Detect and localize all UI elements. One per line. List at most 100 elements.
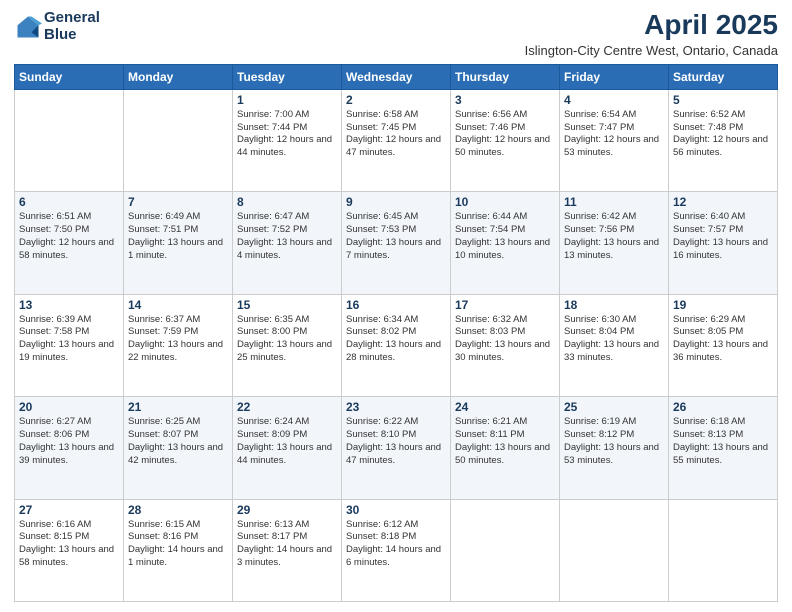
day-number: 24 xyxy=(455,400,555,414)
day-info: Sunrise: 6:18 AMSunset: 8:13 PMDaylight:… xyxy=(673,416,773,467)
day-number: 18 xyxy=(564,298,664,312)
day-info: Sunrise: 6:27 AMSunset: 8:06 PMDaylight:… xyxy=(19,416,119,467)
calendar-cell: 1 Sunrise: 7:00 AMSunset: 7:44 PMDayligh… xyxy=(233,89,342,191)
calendar-cell: 30 Sunrise: 6:12 AMSunset: 8:18 PMDaylig… xyxy=(342,499,451,601)
day-number: 21 xyxy=(128,400,228,414)
day-number: 5 xyxy=(673,93,773,107)
day-info: Sunrise: 6:29 AMSunset: 8:05 PMDaylight:… xyxy=(673,314,773,365)
calendar-week-row: 6 Sunrise: 6:51 AMSunset: 7:50 PMDayligh… xyxy=(15,192,778,294)
month-year: April 2025 xyxy=(525,10,778,41)
day-info: Sunrise: 6:47 AMSunset: 7:52 PMDaylight:… xyxy=(237,211,337,262)
day-number: 17 xyxy=(455,298,555,312)
day-info: Sunrise: 6:39 AMSunset: 7:58 PMDaylight:… xyxy=(19,314,119,365)
day-number: 15 xyxy=(237,298,337,312)
calendar-week-row: 1 Sunrise: 7:00 AMSunset: 7:44 PMDayligh… xyxy=(15,89,778,191)
calendar-cell: 5 Sunrise: 6:52 AMSunset: 7:48 PMDayligh… xyxy=(669,89,778,191)
day-number: 10 xyxy=(455,195,555,209)
day-info: Sunrise: 6:52 AMSunset: 7:48 PMDaylight:… xyxy=(673,109,773,160)
calendar-cell: 22 Sunrise: 6:24 AMSunset: 8:09 PMDaylig… xyxy=(233,397,342,499)
day-info: Sunrise: 6:40 AMSunset: 7:57 PMDaylight:… xyxy=(673,211,773,262)
calendar-cell: 25 Sunrise: 6:19 AMSunset: 8:12 PMDaylig… xyxy=(560,397,669,499)
calendar-cell xyxy=(15,89,124,191)
day-info: Sunrise: 6:25 AMSunset: 8:07 PMDaylight:… xyxy=(128,416,228,467)
day-info: Sunrise: 6:58 AMSunset: 7:45 PMDaylight:… xyxy=(346,109,446,160)
day-number: 22 xyxy=(237,400,337,414)
calendar-cell: 27 Sunrise: 6:16 AMSunset: 8:15 PMDaylig… xyxy=(15,499,124,601)
header: General Blue April 2025 Islington-City C… xyxy=(14,10,778,58)
day-info: Sunrise: 6:37 AMSunset: 7:59 PMDaylight:… xyxy=(128,314,228,365)
day-info: Sunrise: 6:44 AMSunset: 7:54 PMDaylight:… xyxy=(455,211,555,262)
calendar-cell: 16 Sunrise: 6:34 AMSunset: 8:02 PMDaylig… xyxy=(342,294,451,396)
day-info: Sunrise: 6:49 AMSunset: 7:51 PMDaylight:… xyxy=(128,211,228,262)
day-info: Sunrise: 6:13 AMSunset: 8:17 PMDaylight:… xyxy=(237,519,337,570)
calendar-cell: 19 Sunrise: 6:29 AMSunset: 8:05 PMDaylig… xyxy=(669,294,778,396)
day-header-saturday: Saturday xyxy=(669,64,778,89)
day-number: 2 xyxy=(346,93,446,107)
day-number: 27 xyxy=(19,503,119,517)
logo: General Blue xyxy=(14,10,100,43)
day-number: 28 xyxy=(128,503,228,517)
day-info: Sunrise: 6:15 AMSunset: 8:16 PMDaylight:… xyxy=(128,519,228,570)
day-number: 9 xyxy=(346,195,446,209)
calendar-cell: 15 Sunrise: 6:35 AMSunset: 8:00 PMDaylig… xyxy=(233,294,342,396)
calendar-cell: 18 Sunrise: 6:30 AMSunset: 8:04 PMDaylig… xyxy=(560,294,669,396)
calendar-cell: 20 Sunrise: 6:27 AMSunset: 8:06 PMDaylig… xyxy=(15,397,124,499)
day-number: 11 xyxy=(564,195,664,209)
calendar-cell: 12 Sunrise: 6:40 AMSunset: 7:57 PMDaylig… xyxy=(669,192,778,294)
day-number: 20 xyxy=(19,400,119,414)
day-info: Sunrise: 6:16 AMSunset: 8:15 PMDaylight:… xyxy=(19,519,119,570)
calendar-cell: 7 Sunrise: 6:49 AMSunset: 7:51 PMDayligh… xyxy=(124,192,233,294)
day-info: Sunrise: 6:30 AMSunset: 8:04 PMDaylight:… xyxy=(564,314,664,365)
calendar-cell: 2 Sunrise: 6:58 AMSunset: 7:45 PMDayligh… xyxy=(342,89,451,191)
day-number: 8 xyxy=(237,195,337,209)
title-block: April 2025 Islington-City Centre West, O… xyxy=(525,10,778,58)
calendar-cell: 4 Sunrise: 6:54 AMSunset: 7:47 PMDayligh… xyxy=(560,89,669,191)
day-info: Sunrise: 6:22 AMSunset: 8:10 PMDaylight:… xyxy=(346,416,446,467)
calendar-cell: 29 Sunrise: 6:13 AMSunset: 8:17 PMDaylig… xyxy=(233,499,342,601)
day-number: 3 xyxy=(455,93,555,107)
calendar-table: SundayMondayTuesdayWednesdayThursdayFrid… xyxy=(14,64,778,602)
day-info: Sunrise: 6:42 AMSunset: 7:56 PMDaylight:… xyxy=(564,211,664,262)
logo-icon xyxy=(14,13,42,41)
day-header-sunday: Sunday xyxy=(15,64,124,89)
day-number: 1 xyxy=(237,93,337,107)
day-info: Sunrise: 6:45 AMSunset: 7:53 PMDaylight:… xyxy=(346,211,446,262)
day-number: 4 xyxy=(564,93,664,107)
day-number: 23 xyxy=(346,400,446,414)
calendar-cell: 14 Sunrise: 6:37 AMSunset: 7:59 PMDaylig… xyxy=(124,294,233,396)
calendar-cell: 9 Sunrise: 6:45 AMSunset: 7:53 PMDayligh… xyxy=(342,192,451,294)
calendar-cell xyxy=(124,89,233,191)
day-info: Sunrise: 6:51 AMSunset: 7:50 PMDaylight:… xyxy=(19,211,119,262)
calendar-cell: 13 Sunrise: 6:39 AMSunset: 7:58 PMDaylig… xyxy=(15,294,124,396)
day-info: Sunrise: 6:56 AMSunset: 7:46 PMDaylight:… xyxy=(455,109,555,160)
calendar-cell: 26 Sunrise: 6:18 AMSunset: 8:13 PMDaylig… xyxy=(669,397,778,499)
day-number: 14 xyxy=(128,298,228,312)
location: Islington-City Centre West, Ontario, Can… xyxy=(525,43,778,58)
day-info: Sunrise: 6:21 AMSunset: 8:11 PMDaylight:… xyxy=(455,416,555,467)
day-number: 6 xyxy=(19,195,119,209)
day-number: 26 xyxy=(673,400,773,414)
calendar-week-row: 27 Sunrise: 6:16 AMSunset: 8:15 PMDaylig… xyxy=(15,499,778,601)
calendar-week-row: 20 Sunrise: 6:27 AMSunset: 8:06 PMDaylig… xyxy=(15,397,778,499)
calendar-cell: 11 Sunrise: 6:42 AMSunset: 7:56 PMDaylig… xyxy=(560,192,669,294)
day-header-tuesday: Tuesday xyxy=(233,64,342,89)
calendar-cell: 23 Sunrise: 6:22 AMSunset: 8:10 PMDaylig… xyxy=(342,397,451,499)
day-info: Sunrise: 6:54 AMSunset: 7:47 PMDaylight:… xyxy=(564,109,664,160)
day-info: Sunrise: 6:32 AMSunset: 8:03 PMDaylight:… xyxy=(455,314,555,365)
calendar-cell: 10 Sunrise: 6:44 AMSunset: 7:54 PMDaylig… xyxy=(451,192,560,294)
calendar-cell: 6 Sunrise: 6:51 AMSunset: 7:50 PMDayligh… xyxy=(15,192,124,294)
calendar-cell xyxy=(560,499,669,601)
day-header-monday: Monday xyxy=(124,64,233,89)
day-number: 19 xyxy=(673,298,773,312)
calendar-cell: 3 Sunrise: 6:56 AMSunset: 7:46 PMDayligh… xyxy=(451,89,560,191)
calendar-cell: 21 Sunrise: 6:25 AMSunset: 8:07 PMDaylig… xyxy=(124,397,233,499)
day-info: Sunrise: 6:19 AMSunset: 8:12 PMDaylight:… xyxy=(564,416,664,467)
calendar-cell xyxy=(451,499,560,601)
calendar-cell: 24 Sunrise: 6:21 AMSunset: 8:11 PMDaylig… xyxy=(451,397,560,499)
day-info: Sunrise: 6:12 AMSunset: 8:18 PMDaylight:… xyxy=(346,519,446,570)
calendar-cell: 17 Sunrise: 6:32 AMSunset: 8:03 PMDaylig… xyxy=(451,294,560,396)
day-number: 29 xyxy=(237,503,337,517)
day-info: Sunrise: 7:00 AMSunset: 7:44 PMDaylight:… xyxy=(237,109,337,160)
logo-text: General Blue xyxy=(44,10,100,43)
day-number: 7 xyxy=(128,195,228,209)
